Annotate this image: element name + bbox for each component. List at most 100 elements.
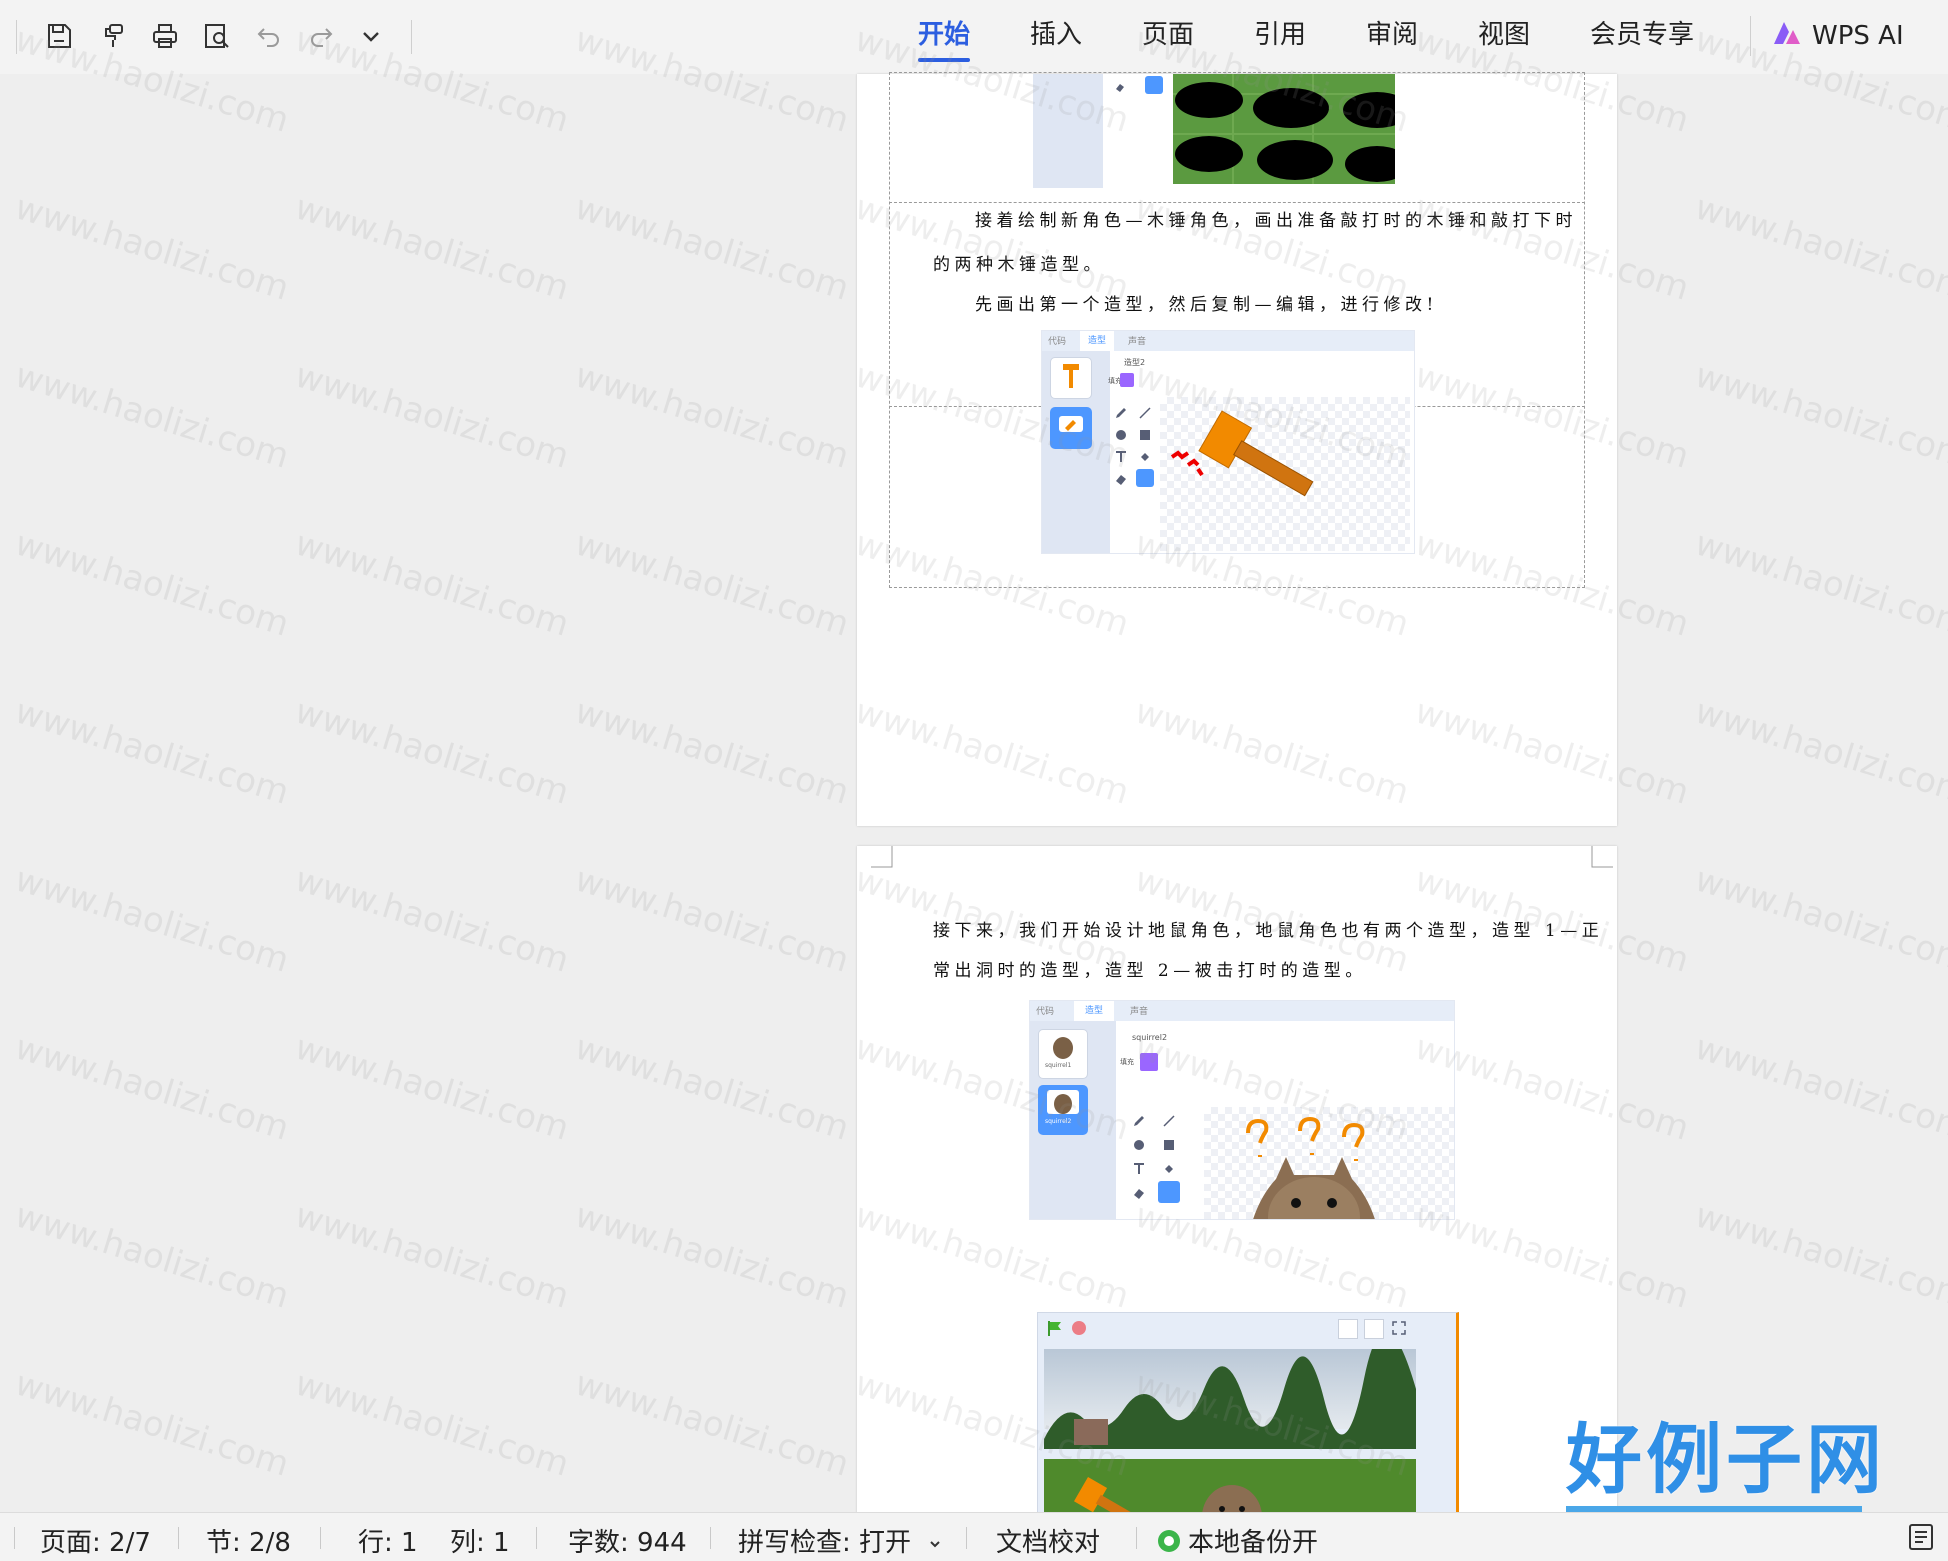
costume-thumb-2: squirrel2 [1038,1085,1088,1135]
status-divider [536,1527,537,1549]
spell-check-toggle[interactable]: 拼写检查: 打开 [738,1522,943,1559]
watermark-text: www.haolizi.com [10,691,294,813]
page-corner-mark [1591,846,1613,868]
text-icon [1114,449,1128,463]
hammer-editor-screenshot: 代码 造型 声音 造型2 填充 [1041,330,1415,554]
costume-name-field: 造型2 [1124,358,1146,367]
redo-icon[interactable] [302,17,340,55]
watermark-text: www.haolizi.com [10,1195,294,1317]
tab-review[interactable]: 审阅 [1366,14,1418,58]
watermark-text: www.haolizi.com [1690,355,1948,477]
paragraph-hammer-line1: 接着绘制新角色—木锤角色，画出准备敲打时的木锤和敲打下时 [975,211,1577,231]
status-divider [178,1527,179,1549]
toolbar-divider [1750,16,1751,56]
watermark-text: www.haolizi.com [10,859,294,981]
circle-icon [1132,1137,1146,1151]
watermark-text: www.haolizi.com [10,355,294,477]
watermark-text: www.haolizi.com [570,1027,854,1149]
squirrel-editor-screenshot: 代码 造型 声音 squirrel1 squirrel2 squirrel2 填… [1029,1000,1455,1220]
rectangle-icon [1162,1137,1176,1151]
print-preview-icon[interactable] [198,17,236,55]
hammer-drawing [1170,410,1314,497]
save-icon[interactable] [40,17,78,55]
paragraph-hammer-line2: 的两种木锤造型。 [933,255,1105,275]
watermark-text: www.haolizi.com [570,859,854,981]
editor-side-panel-image [1033,74,1103,188]
undo-icon[interactable] [250,17,288,55]
watermark-text: www.haolizi.com [290,187,574,309]
document-proofread-button[interactable]: 文档校对 [996,1522,1100,1559]
watermark-text: www.haolizi.com [290,1027,574,1149]
status-row: 行: 1 [358,1528,418,1558]
eraser-icon [1132,1185,1146,1199]
costume-list [1042,351,1110,553]
watermark-text: www.haolizi.com [10,187,294,309]
fill-label: 填充 [1120,1058,1134,1066]
stop-icon [1072,1321,1086,1335]
watermark-text: www.haolizi.com [290,355,574,477]
local-backup-button[interactable]: 本地备份开 [1158,1522,1318,1559]
tab-references[interactable]: 引用 [1254,14,1306,58]
print-icon[interactable] [146,17,184,55]
line-icon [1138,405,1152,419]
tab-view[interactable]: 视图 [1478,14,1530,58]
fill-color-swatch [1140,1053,1158,1071]
editor-tab-sound: 声音 [1130,1007,1149,1017]
grass-field-holes-image [1173,74,1395,184]
status-divider [710,1527,711,1549]
costume-list: squirrel1 squirrel2 [1030,1021,1116,1219]
fill-color-swatch [1120,373,1134,387]
status-section[interactable]: 节: 2/8 [206,1522,291,1559]
watermark-text: www.haolizi.com [570,691,854,813]
chevron-down-icon[interactable] [352,17,390,55]
wps-ai-label: WPS AI [1812,21,1904,51]
watermark-text: www.haolizi.com [570,1195,854,1317]
select-tool-icon [1158,1181,1180,1203]
paragraph-squirrel-line2: 常出洞时的造型，造型 2—被击打时的造型。 [933,961,1367,981]
costume-label-2: squirrel2 [1045,1118,1072,1125]
watermark-text: www.haolizi.com [1690,859,1948,981]
select-tool-icon [1136,469,1154,487]
text-icon [1132,1161,1146,1175]
watermark-text: www.haolizi.com [290,523,574,645]
tab-insert[interactable]: 插入 [1030,14,1082,58]
backup-status-icon [1158,1529,1180,1552]
watermark-text: www.haolizi.com [290,1195,574,1317]
format-painter-icon[interactable] [94,17,132,55]
paragraph-squirrel-line1: 接下来，我们开始设计地鼠角色，地鼠角色也有两个造型，造型 1—正 [933,921,1604,941]
fill-bucket-icon [1162,1161,1176,1175]
costume-label-1: squirrel1 [1045,1062,1072,1069]
eraser-icon [1114,78,1126,92]
watermark-text: www.haolizi.com [10,523,294,645]
line-icon [1162,1113,1176,1127]
wps-ai-button[interactable]: WPS AI [1772,14,1904,58]
tab-page[interactable]: 页面 [1142,14,1194,58]
watermark-text: www.haolizi.com [1690,1027,1948,1149]
watermark-text: www.haolizi.com [1690,691,1948,813]
page-corner-mark [871,846,893,868]
active-tab-underline [918,58,970,62]
tab-member[interactable]: 会员专享 [1590,14,1694,58]
status-page[interactable]: 页面: 2/7 [40,1522,151,1559]
outline-panel-icon[interactable] [1908,1523,1934,1551]
backup-label: 本地备份开 [1188,1528,1319,1558]
drawing-canvas [1160,397,1410,551]
watermark-text: www.haolizi.com [290,859,574,981]
tab-home[interactable]: 开始 [918,14,970,58]
chevron-down-icon [930,1540,941,1547]
circle-icon [1114,427,1128,441]
select-tool-icon [1145,76,1163,94]
dazed-squirrel-drawing [1246,1116,1375,1219]
editor-tabs-bar: 代码 造型 声音 [1030,1001,1454,1021]
watermark-text: www.haolizi.com [570,355,854,477]
costume-thumb-1 [1050,357,1092,399]
watermark-text: www.haolizi.com [570,1363,854,1485]
top-toolbar: 开始 插入 页面 引用 审阅 视图 会员专享 WPS AI [0,0,1948,74]
status-word-count[interactable]: 字数: 944 [568,1522,687,1559]
editor-tab-code: 代码 [1036,1007,1055,1017]
green-flag-icon [1046,1319,1064,1337]
section-divider [889,202,1585,203]
watermark-text: www.haolizi.com [10,1027,294,1149]
costume-thumb-2 [1050,407,1092,449]
brush-icon [1132,1113,1146,1127]
